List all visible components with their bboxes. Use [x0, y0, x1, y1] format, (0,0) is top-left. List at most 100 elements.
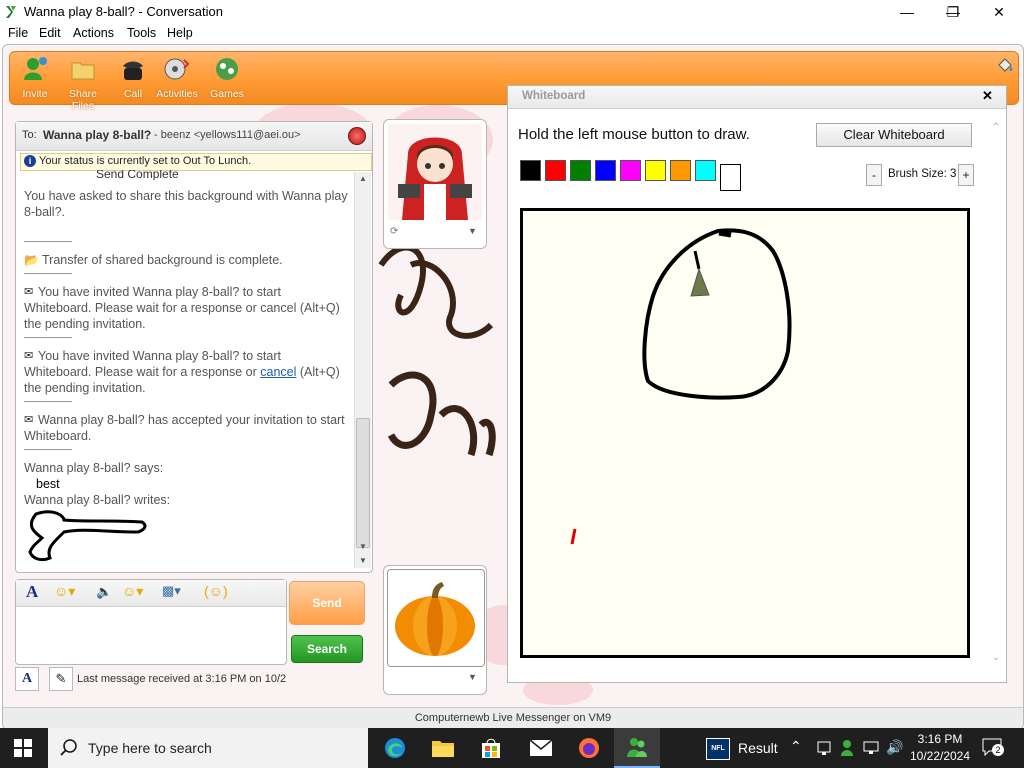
scroll-thumb[interactable]	[356, 418, 370, 548]
text-mode-icon[interactable]: A	[15, 667, 39, 691]
title-bar: Wanna play 8-ball? - Conversation — ✕ ❐ …	[0, 0, 1024, 24]
show-hidden-icons-chevron[interactable]: ⌃	[790, 738, 802, 755]
taskbar-edge[interactable]	[372, 728, 418, 768]
mail-icon	[529, 739, 553, 756]
message-text: Transfer of shared background is complet…	[42, 253, 283, 267]
notification-center-button[interactable]: 2	[982, 738, 1004, 758]
share-files-button[interactable]: Share Files	[58, 52, 108, 112]
color-swatch-cyan[interactable]	[695, 160, 716, 181]
message-separator	[24, 401, 72, 402]
contact-display-picture[interactable]: ⟳ ▼	[383, 119, 487, 249]
device-icon[interactable]	[816, 740, 832, 756]
color-swatch-white-selected[interactable]	[720, 164, 741, 191]
emoticon-icon[interactable]: ☺▾	[54, 583, 75, 600]
background-picker-icon[interactable]: ▩▾	[162, 583, 181, 599]
message-text: You have invited Wanna play 8-ball? to s…	[24, 349, 340, 395]
activities-button[interactable]: Activities	[152, 52, 202, 104]
firefox-icon	[579, 738, 599, 758]
clock-time[interactable]: 3:16 PM	[914, 732, 966, 746]
invite-button[interactable]: Invite	[10, 52, 60, 104]
partial-message: Send Complete	[96, 170, 179, 180]
scroll-down-icon[interactable]: ▼	[356, 540, 370, 554]
start-button[interactable]	[0, 728, 46, 768]
volume-icon[interactable]: 🔊	[886, 739, 903, 756]
handwriting-mode-icon[interactable]: ✎	[49, 667, 73, 691]
minimize-button[interactable]: —	[884, 0, 930, 24]
color-swatch-orange[interactable]	[670, 160, 691, 181]
scroll-bottom-icon[interactable]: ▼	[356, 554, 370, 568]
whiteboard-canvas[interactable]	[520, 208, 970, 658]
invite-icon	[24, 57, 47, 80]
edge-icon	[385, 738, 405, 758]
menu-actions[interactable]: Actions	[73, 26, 114, 40]
games-icon	[216, 58, 238, 80]
games-button[interactable]: Games	[202, 52, 252, 104]
message-text: You have invited Wanna play 8-ball? to s…	[24, 285, 340, 331]
dp-dropdown-icon[interactable]: ▼	[468, 226, 477, 236]
send-button[interactable]: Send	[289, 581, 365, 625]
conversation-history: To: Wanna play 8-ball? - beenz <yellows1…	[15, 121, 373, 573]
menu-tools[interactable]: Tools	[127, 26, 156, 40]
restore-button[interactable]: ❐	[930, 0, 976, 24]
dp-status-icon: ⟳	[390, 226, 399, 237]
taskbar-messenger[interactable]	[614, 728, 660, 768]
color-swatch-red[interactable]	[545, 160, 566, 181]
brush-decrease-button[interactable]: -	[866, 164, 882, 186]
color-swatch-blue[interactable]	[595, 160, 616, 181]
menu-edit[interactable]: Edit	[39, 26, 61, 40]
whiteboard-close-icon[interactable]: ✕	[982, 88, 993, 104]
share-files-label: Share Files	[68, 88, 98, 112]
last-message-status: Last message received at 3:16 PM on 10/2	[77, 673, 287, 685]
handwritten-drawing	[28, 510, 147, 562]
dp-dropdown-icon[interactable]: ▼	[468, 672, 477, 682]
nfl-widget-icon[interactable]: NFL	[706, 738, 730, 760]
search-button[interactable]: Search	[291, 635, 363, 663]
search-icon	[60, 739, 77, 756]
panel-scroll-up-icon[interactable]: ⌃	[992, 122, 1000, 133]
taskbar-firefox[interactable]	[566, 728, 612, 768]
network-icon[interactable]	[862, 740, 880, 756]
menu-file[interactable]: File	[8, 26, 28, 40]
wink-icon[interactable]: ☺▾	[122, 583, 143, 600]
messenger-tray-icon[interactable]	[840, 739, 856, 757]
brush-increase-button[interactable]: +	[958, 164, 974, 186]
clear-whiteboard-button[interactable]: Clear Whiteboard	[816, 123, 972, 147]
notification-count-badge: 2	[992, 744, 1004, 756]
own-display-picture[interactable]: ▼	[383, 565, 487, 695]
clock-date[interactable]: 10/22/2024	[906, 749, 974, 763]
cancel-invitation-link[interactable]: cancel	[260, 365, 296, 379]
color-swatch-yellow[interactable]	[645, 160, 666, 181]
conversation-window: Invite Share Files Call Activities Games	[2, 44, 1024, 730]
font-icon[interactable]: A	[26, 582, 38, 602]
games-label: Games	[210, 88, 244, 100]
taskbar-store[interactable]	[468, 728, 514, 768]
composer-toolbar: A ☺▾ 🔈 ☺▾ ▩▾ (☺)	[16, 580, 286, 607]
windows-icon	[14, 739, 32, 757]
block-contact-icon[interactable]	[348, 127, 366, 145]
info-icon: i	[24, 155, 36, 167]
weather-widget-label[interactable]: Result	[738, 740, 778, 756]
activities-icon	[164, 58, 190, 80]
voice-clip-icon[interactable]: 🔈	[96, 584, 112, 600]
search-placeholder: Type here to search	[88, 740, 212, 756]
menu-help[interactable]: Help	[167, 26, 193, 40]
taskbar-file-explorer[interactable]	[420, 728, 466, 768]
color-swatch-black[interactable]	[520, 160, 541, 181]
color-swatch-green[interactable]	[570, 160, 591, 181]
nudge-icon[interactable]: (☺)	[204, 583, 228, 599]
message-body: best	[36, 477, 60, 491]
scroll-up-icon[interactable]: ▲	[356, 172, 370, 186]
close-button[interactable]: ✕	[976, 0, 1022, 24]
message-separator	[24, 449, 72, 450]
paint-bucket-icon[interactable]	[996, 56, 1014, 74]
color-swatch-magenta[interactable]	[620, 160, 641, 181]
panel-scroll-down-icon[interactable]: ⌄	[992, 652, 1000, 663]
call-button[interactable]: Call	[108, 52, 158, 104]
message-input[interactable]	[20, 610, 280, 660]
history-scrollbar[interactable]: ▲ ▼ ▼	[354, 172, 371, 568]
message-separator	[24, 337, 72, 338]
status-notice: i Your status is currently set to Out To…	[20, 153, 372, 171]
folder-transfer-icon: 📂	[24, 253, 39, 267]
taskbar-mail[interactable]	[518, 728, 564, 768]
taskbar-search-box[interactable]: Type here to search	[48, 728, 368, 768]
